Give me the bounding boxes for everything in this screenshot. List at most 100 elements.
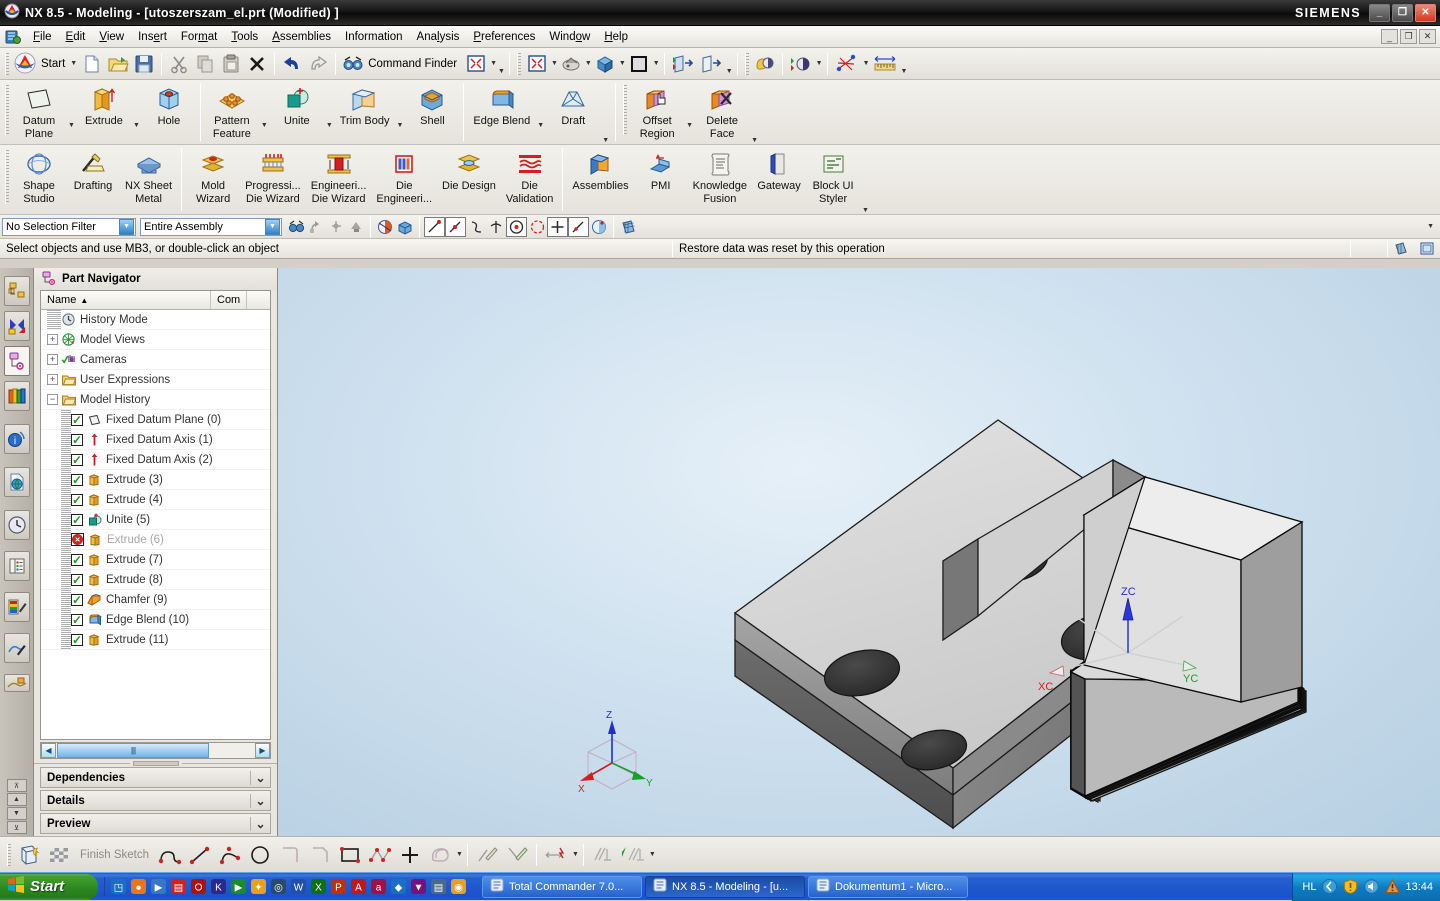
fillet-button[interactable] [275, 840, 305, 870]
redo-button[interactable] [305, 51, 331, 77]
arc-button[interactable] [215, 840, 245, 870]
tree-expander[interactable]: + [47, 374, 58, 385]
clock[interactable]: 13:44 [1405, 881, 1433, 893]
menu-item-insert[interactable]: Insert [131, 29, 174, 45]
sheet-metal-button[interactable]: NX Sheet Metal [120, 145, 177, 214]
feature-checkbox[interactable]: ✓ [71, 553, 83, 566]
tree-row[interactable]: ✓ Extrude (11) [41, 630, 270, 650]
tree-row[interactable]: ✓ Chamfer (9) [41, 590, 270, 610]
chevron-down-icon[interactable]: ▼ [119, 218, 134, 235]
menu-item-edit[interactable]: Edit [59, 29, 93, 45]
menu-item-assemblies[interactable]: Assemblies [265, 29, 338, 45]
draft-button[interactable]: Draft [546, 80, 600, 144]
total-commander-icon[interactable]: ▤ [169, 877, 188, 896]
chevron-down-icon[interactable]: ▼ [684, 122, 695, 129]
selection-bar-overflow-icon[interactable]: ▼ [1427, 223, 1440, 230]
undo-button[interactable] [279, 51, 305, 77]
chevron-down-icon[interactable]: ▼ [816, 60, 823, 67]
chevron-down-icon[interactable]: ▼ [749, 137, 760, 144]
status-grid-icon[interactable] [1388, 239, 1414, 258]
chevron-down-icon[interactable]: ▼ [394, 122, 405, 129]
menu-item-tools[interactable]: Tools [224, 29, 265, 45]
copy-button[interactable] [192, 51, 218, 77]
mdi-restore-button[interactable]: ❐ [1400, 29, 1417, 44]
offset-region-button[interactable]: Offset Region [630, 80, 684, 144]
menu-item-information[interactable]: Information [338, 29, 410, 45]
show-hide-button[interactable] [669, 51, 697, 77]
snap-point-icon[interactable] [375, 217, 395, 237]
chevron-down-icon[interactable]: ▼ [324, 122, 335, 129]
quick-extend-button[interactable] [502, 840, 532, 870]
rapid-dimension-button[interactable] [541, 840, 571, 870]
resource-web-browser[interactable] [3, 467, 30, 497]
graphics-viewport[interactable]: ZC XC YC Z X Y [278, 268, 1440, 836]
cut-button[interactable] [166, 51, 192, 77]
sketch-in-task-environment-button[interactable] [14, 840, 44, 870]
comet-icon[interactable]: ✦ [249, 877, 268, 896]
section-view-button[interactable] [787, 51, 815, 77]
quadrant-point-icon[interactable] [527, 217, 547, 237]
delete-face-button[interactable]: Delete Face [695, 80, 749, 144]
midpoint-icon[interactable] [445, 216, 466, 237]
column-header-comment[interactable]: Com [211, 291, 248, 309]
tree-row[interactable]: ✓ Unite (5) [41, 510, 270, 530]
selection-filter-combo[interactable]: No Selection Filter ▼ [2, 217, 136, 236]
tray-language-indicator[interactable]: HL [1302, 881, 1316, 893]
point-on-face-icon[interactable] [589, 217, 609, 237]
tree-row[interactable]: ✓ Extrude (8) [41, 570, 270, 590]
chevron-down-icon[interactable]: ▼ [901, 68, 908, 79]
ribbon-overflow-icon[interactable]: ▼ [600, 137, 611, 144]
menu-item-view[interactable]: View [92, 29, 131, 45]
resource-scroll-down[interactable]: ▼ [6, 807, 27, 820]
studio-spline-button[interactable] [365, 840, 395, 870]
offset-curve-button[interactable] [425, 840, 455, 870]
chevron-down-icon[interactable]: ▼ [490, 60, 497, 67]
panel-splitter[interactable] [34, 759, 277, 767]
unite-button[interactable]: Unite [270, 80, 324, 144]
tree-row[interactable]: − Model History [41, 390, 270, 410]
resource-roles[interactable] [3, 592, 30, 622]
feature-checkbox[interactable]: ✓ [71, 633, 83, 646]
background-color-button[interactable] [626, 51, 652, 77]
resource-part-navigator[interactable] [3, 346, 30, 376]
chevron-down-icon[interactable]: ▼ [265, 218, 280, 235]
feature-checkbox[interactable]: ✓ [71, 573, 83, 586]
toolbar-grip[interactable] [7, 843, 11, 866]
chevron-down-icon[interactable]: ▼ [585, 60, 592, 67]
edge-blend-button[interactable]: Edge Blend [468, 80, 535, 144]
media-player-icon[interactable]: ▶ [149, 877, 168, 896]
search-icon[interactable]: ◎ [269, 877, 288, 896]
profile-button[interactable] [155, 840, 185, 870]
extrude-button[interactable]: Extrude [77, 80, 131, 144]
notepad-icon[interactable]: ▤ [429, 877, 448, 896]
rotate-view-button[interactable] [558, 51, 584, 77]
shell-button[interactable]: Shell [405, 80, 459, 144]
menu-item-preferences[interactable]: Preferences [466, 29, 542, 45]
tree-row[interactable]: ✓ Fixed Datum Plane (0) [41, 410, 270, 430]
toolbar-grip[interactable] [516, 52, 521, 75]
end-point-icon[interactable] [424, 216, 445, 237]
chevron-down-icon[interactable]: ⌄ [250, 770, 270, 785]
face-snap-icon[interactable] [395, 217, 415, 237]
tree-expander[interactable]: + [47, 334, 58, 345]
menu-item-window[interactable]: Window [542, 29, 597, 45]
acrobat-icon[interactable]: A [349, 877, 368, 896]
start-button[interactable]: Start [0, 873, 98, 900]
tree-row[interactable]: History Mode [41, 310, 270, 330]
warning-icon[interactable] [1384, 879, 1400, 895]
tree-row[interactable]: ✓ Extrude (7) [41, 550, 270, 570]
tree-row[interactable]: ✓ Fixed Datum Axis (1) [41, 430, 270, 450]
finish-sketch-button[interactable] [44, 840, 74, 870]
feature-checkbox[interactable]: ✓ [71, 613, 83, 626]
select-feature-icon[interactable] [346, 217, 366, 237]
chevron-down-icon[interactable]: ▼ [649, 851, 656, 858]
chevron-down-icon[interactable]: ▼ [551, 60, 558, 67]
powerpoint-icon[interactable]: P [329, 877, 348, 896]
panel-preview[interactable]: Preview ⌄ [40, 813, 271, 834]
edit-object-display-button[interactable] [752, 51, 778, 77]
geometric-constraints-button[interactable] [588, 840, 618, 870]
access-icon[interactable]: a [369, 877, 388, 896]
resource-system-scenes[interactable] [3, 674, 30, 692]
excel-icon[interactable]: X [309, 877, 328, 896]
orient-view-button[interactable] [592, 51, 618, 77]
